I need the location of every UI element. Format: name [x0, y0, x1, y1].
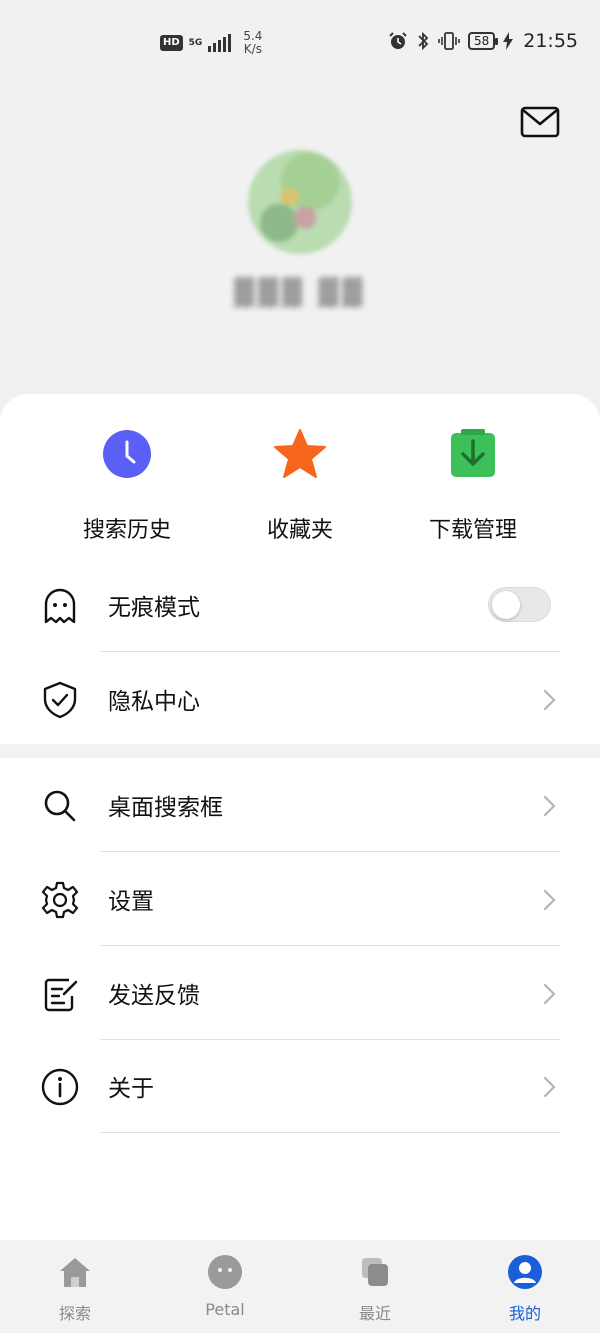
bottom-nav: 探索 Petal 最近 我的 [0, 1240, 600, 1333]
charging-icon [503, 32, 514, 50]
mail-icon [520, 106, 560, 138]
section-separator [0, 744, 600, 758]
info-icon [41, 1068, 79, 1106]
status-right: 58 21:55 [388, 30, 578, 52]
chevron-right-icon [543, 795, 556, 817]
speed-value: 5.4 [243, 29, 263, 43]
network-speed: 5.4 K/s [243, 30, 262, 56]
chevron-right-icon [543, 1076, 556, 1098]
battery-icon: 58 [467, 32, 499, 50]
star-icon [274, 429, 326, 478]
vibrate-icon [438, 32, 460, 50]
nav-explore[interactable]: 探索 [0, 1240, 150, 1333]
network-type: 5G [188, 37, 203, 48]
row-privacy-center[interactable]: 隐私中心 [0, 652, 600, 746]
row-feedback[interactable]: 发送反馈 [0, 946, 600, 1040]
row-desktop-search[interactable]: 桌面搜索框 [0, 758, 600, 852]
clock-icon [103, 430, 151, 478]
shortcut-label: 下载管理 [428, 518, 517, 543]
status-bar: HD 5G 5.4 K/s 58 21:55 [0, 0, 600, 86]
signal-icon [208, 34, 232, 52]
row-about[interactable]: 关于 [0, 1039, 600, 1133]
nav-recent[interactable]: 最近 [300, 1240, 450, 1333]
shortcut-label: 收藏夹 [266, 518, 333, 543]
mail-button[interactable] [520, 104, 560, 140]
shield-check-icon [43, 681, 77, 719]
nav-label: 我的 [508, 1304, 541, 1323]
nav-label: 探索 [58, 1304, 91, 1323]
gear-icon [41, 881, 79, 919]
row-label: 发送反馈 [108, 983, 200, 1009]
row-label: 隐私中心 [108, 689, 200, 715]
shortcut-downloads[interactable]: 下载管理 [398, 428, 548, 544]
row-label: 设置 [108, 889, 154, 915]
recent-icon [362, 1258, 388, 1286]
incognito-toggle[interactable] [488, 587, 551, 622]
main-card: 搜索历史 收藏夹 下载管理 无痕模式 隐私中心 桌面搜索框 设置 发送反馈 关于 [0, 394, 600, 1240]
bluetooth-icon [418, 31, 429, 51]
nav-label: Petal [205, 1300, 245, 1319]
profile-icon [508, 1255, 542, 1289]
clock: 21:55 [523, 30, 578, 52]
shortcut-search-history[interactable]: 搜索历史 [52, 428, 202, 544]
row-label: 关于 [108, 1076, 154, 1102]
chevron-right-icon [543, 889, 556, 911]
home-icon [60, 1258, 90, 1287]
download-icon [451, 429, 495, 477]
feedback-icon [44, 978, 78, 1012]
nav-label: 最近 [358, 1304, 391, 1323]
avatar[interactable] [248, 150, 352, 254]
petal-face-icon [208, 1255, 242, 1289]
divider [100, 1132, 560, 1133]
ghost-icon [44, 588, 76, 624]
shortcut-label: 搜索历史 [82, 518, 171, 543]
row-label: 无痕模式 [108, 595, 200, 621]
shortcut-favorites[interactable]: 收藏夹 [225, 428, 375, 544]
hd-badge: HD [160, 35, 183, 51]
nav-petal[interactable]: Petal [150, 1240, 300, 1333]
toggle-knob [492, 591, 520, 619]
chevron-right-icon [543, 689, 556, 711]
shortcut-bar: 搜索历史 收藏夹 下载管理 [0, 428, 600, 548]
nav-mine[interactable]: 我的 [450, 1240, 600, 1333]
status-left: HD 5G 5.4 K/s [160, 30, 262, 56]
speed-unit: K/s [243, 42, 262, 56]
row-settings[interactable]: 设置 [0, 852, 600, 946]
search-icon [44, 790, 76, 822]
row-label: 桌面搜索框 [108, 795, 223, 821]
username[interactable]: ▓▓▓ ▓▓ [200, 278, 400, 308]
alarm-icon [389, 32, 407, 49]
chevron-right-icon [543, 983, 556, 1005]
